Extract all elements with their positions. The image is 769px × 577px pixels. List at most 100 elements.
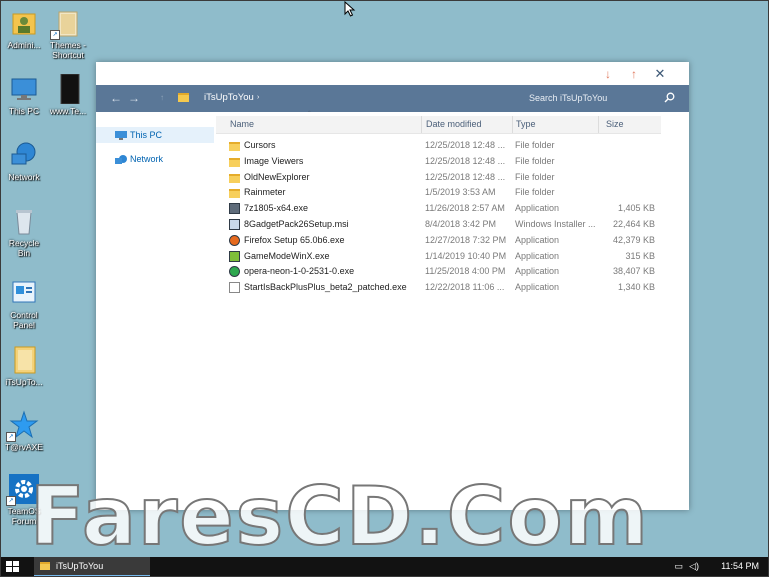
column-size[interactable]: Size [606,119,624,129]
file-size: 42,379 KB [612,234,655,245]
table-row[interactable]: Firefox Setup 65.0b6.exe 12/27/2018 7:32 … [216,233,661,249]
nav-item-this-pc[interactable]: This PC [96,127,214,143]
table-row[interactable]: OldNewExplorer 12/25/2018 12:48 ... File f… [216,170,661,186]
file-type: File folder [515,155,555,166]
file-type: Application [515,266,560,277]
network-icon [115,155,127,164]
minimize-button[interactable]: ↓ [599,65,617,83]
taskbar-item-itsuptoyou[interactable]: iTsUpToYou [34,557,150,577]
network-tray-icon[interactable]: ▭ [674,561,683,572]
file-size: 22,464 KB [612,218,655,229]
table-row[interactable]: Image Viewers 12/25/2018 12:48 ... File fo… [216,154,661,170]
breadcrumb[interactable]: iTsUpToYou [204,92,254,103]
recycle-bin-icon [9,206,39,236]
network-globe-icon [9,140,39,170]
file-date: 12/25/2018 12:48 ... [425,155,506,166]
folder-icon [229,142,240,151]
file-type: Application [515,203,560,214]
file-size: 1,405 KB [617,203,655,214]
desktop-icon-network[interactable]: Network [4,140,44,182]
table-row[interactable]: StartIsBackPlusPlus_beta2_patched.exe 12/… [216,280,661,296]
table-row[interactable]: opera-neon-1-0-2531-0.exe 11/25/2018 4:00… [216,264,661,280]
file-date: 12/22/2018 11:06 ... [425,282,505,293]
nav-item-network[interactable]: Network [96,151,214,167]
file-list: Name ˆ Date modified Type Size Cursors 12… [216,110,661,510]
desktop-icon-www-file[interactable]: www.Te... [48,73,88,116]
desktop-icon-control-panel[interactable]: Control Panel [4,278,44,330]
maximize-button[interactable]: ↑ [625,65,643,83]
desktop-icon-recycle-bin[interactable]: Recycle Bin [4,206,44,258]
table-row[interactable]: 7z1805-x64.exe 11/26/2018 2:57 AM Applicat… [216,201,661,217]
table-row[interactable]: 8GadgetPack26Setup.msi 8/4/2018 3:42 PM Wi… [216,217,661,233]
folder-icon [229,173,240,183]
start-windows-icon[interactable] [6,561,19,573]
file-name: Firefox Setup 65.0b6.exe [244,234,345,245]
file-date: 1/5/2019 3:53 AM [425,187,496,198]
file-name: Image Viewers [244,155,304,166]
speaker-icon[interactable]: ◁) [689,561,699,572]
file-name: StartIsBackPlusPlus_beta2_patched.exe [244,282,407,293]
file-date: 1/14/2019 10:40 PM [425,250,507,261]
desktop-icon-admin[interactable]: Admini... [4,8,44,50]
up-arrow-icon[interactable]: ↑ [160,93,164,102]
mouse-cursor-icon [344,1,356,17]
forward-arrow-icon[interactable]: → [128,91,140,105]
column-date-modified[interactable]: Date modified [426,119,482,129]
back-arrow-icon[interactable]: ← [110,91,122,105]
file-name: OldNewExplorer [244,171,310,182]
navigation-bar: ← → ↑ iTsUpToYou › Search iTsUpToYou [96,85,689,112]
file-name: 8GadgetPack26Setup.msi [244,218,349,229]
file-date: 12/27/2018 7:32 PM [425,234,507,245]
file-type: Windows Installer ... [515,218,596,229]
taskbar: iTsUpToYou ▭ ◁) 11:54 PM [0,557,769,577]
file-name: 7z1805-x64.exe [244,203,309,214]
file-size: 315 KB [625,250,655,261]
column-type[interactable]: Type [516,119,536,129]
exe-file-icon [229,203,240,215]
table-row[interactable]: Cursors 12/25/2018 12:48 ... File folder [216,138,661,154]
chevron-right-icon: › [257,94,260,101]
close-button[interactable]: ✕ [651,65,669,83]
desktop-icon-themes-shortcut[interactable]: ↗ Themes - Shortcut [48,8,88,60]
file-name: Rainmeter [244,187,286,198]
file-type: File folder [515,140,555,150]
navigation-pane: This PC Network [96,112,214,510]
column-name[interactable]: Name [230,119,254,129]
file-size: 38,407 KB [612,266,655,277]
file-size: 1,340 KB [617,282,655,293]
table-row[interactable]: GameModeWinX.exe 1/14/2019 10:40 PM Applic… [216,249,661,265]
file-date: 12/25/2018 12:48 ... [425,140,506,150]
desktop-icon-tarvaxe[interactable]: ↗ T@rvAXE [4,410,44,452]
file-type: Application [515,282,560,293]
file-icon [53,73,83,105]
computer-icon [9,74,39,104]
file-type: File folder [515,187,555,198]
file-name: opera-neon-1-0-2531-0.exe [244,266,355,277]
opera-file-icon [229,266,240,278]
table-row[interactable]: Rainmeter 1/5/2019 3:53 AM File folder [216,185,661,201]
folder-icon [229,157,240,167]
folder-icon [229,189,240,199]
file-name: Cursors [244,140,276,150]
folder-shortcut-icon: ↗ [50,8,83,40]
startisback-file-icon [229,282,240,294]
clock[interactable]: 11:54 PM [721,561,759,571]
column-header: Name ˆ Date modified Type Size [216,110,661,134]
folder-icon [178,93,189,102]
file-date: 11/25/2018 4:00 PM [425,266,506,277]
msi-file-icon [229,218,240,230]
desktop-icon-itsuptoyou[interactable]: iTsUpTo... [4,345,44,387]
search-input[interactable]: Search iTsUpToYou [529,93,607,103]
firefox-file-icon [229,234,240,246]
watermark: FaresCD.Com [29,470,650,563]
file-name: GameModeWinX.exe [244,250,330,261]
file-type: Application [515,250,560,261]
search-box[interactable]: Search iTsUpToYou [505,91,675,105]
explorer-window: ↓ ↑ ✕ ← → ↑ iTsUpToYou › Search iTsUpToY… [96,62,689,510]
folder-icon [9,345,39,375]
control-panel-icon [9,278,39,308]
desktop-icon-this-pc[interactable]: This PC [4,74,44,116]
file-date: 8/4/2018 3:42 PM [425,218,497,229]
gamemode-file-icon [229,250,240,262]
file-type: File folder [515,171,555,182]
